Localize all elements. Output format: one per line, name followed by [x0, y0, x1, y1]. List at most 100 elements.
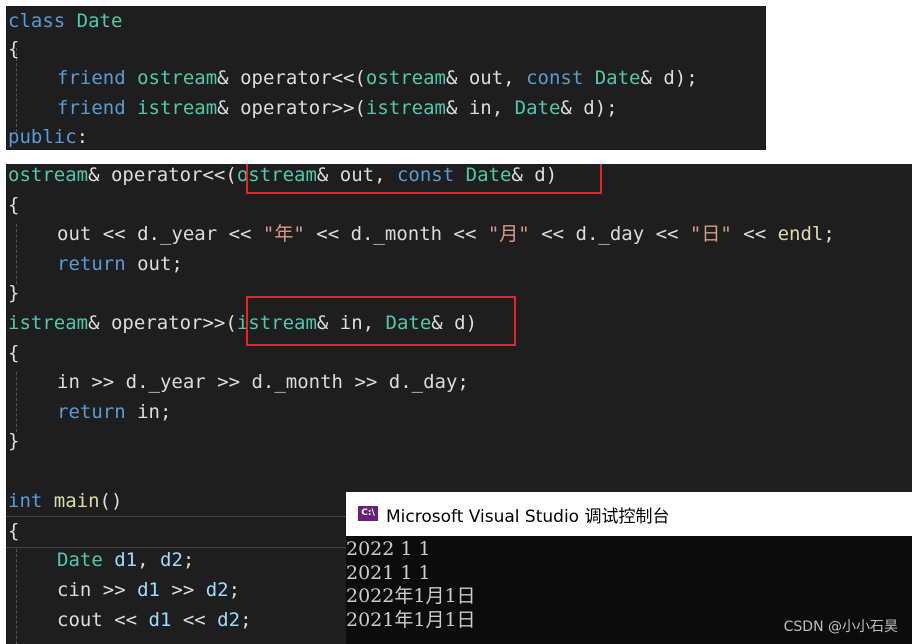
- code-text: & out,: [445, 67, 527, 89]
- highlight-box-istream-params: [246, 296, 516, 346]
- highlight-box-ostream-params: [246, 164, 602, 194]
- code-text: ;: [240, 609, 252, 631]
- code-text: << d.: [529, 223, 599, 245]
- code-text: <<: [731, 223, 778, 245]
- code-line: cout << d1 << d2;: [57, 605, 252, 635]
- type-name: Date: [57, 549, 103, 571]
- keyword: friend: [57, 67, 126, 89]
- code-text: &: [88, 164, 111, 186]
- code-line: in >> d._year >> d._month >> d._day;: [57, 367, 469, 397]
- keyword: return: [57, 253, 126, 275]
- code-text: & d);: [640, 67, 698, 89]
- console-app-icon: C:\: [358, 506, 378, 521]
- code-text: &: [88, 312, 111, 334]
- code-text: >> d.: [343, 371, 412, 393]
- type-name: istream: [365, 97, 446, 119]
- variable-name: d2: [217, 609, 241, 631]
- brace: {: [8, 38, 20, 60]
- code-text: operator>>(: [228, 97, 366, 119]
- code-line: {: [8, 338, 19, 368]
- watermark: CSDN @小小石昊: [783, 619, 898, 635]
- code-text: :: [76, 126, 89, 148]
- variable-name: d1: [137, 579, 160, 601]
- code-panel-class-declaration: class Date { friend ostream& operator<<(…: [6, 6, 766, 150]
- console-line: 2021年1月1日: [346, 608, 476, 631]
- variable-name: d1: [148, 609, 172, 631]
- console-line: 2021 1 1: [346, 561, 431, 584]
- brace: {: [8, 342, 20, 364]
- code-line: cin >> d1 >> d2;: [57, 575, 240, 605]
- code-text: << d.: [304, 223, 374, 245]
- code-line: Date d1, d2;: [57, 545, 194, 575]
- type-name: ostream: [365, 67, 446, 89]
- member-name: _day: [411, 371, 458, 393]
- code-line: }: [8, 278, 19, 308]
- code-text: (: [225, 164, 237, 186]
- code-line: friend ostream& operator<<(ostream& out,…: [57, 63, 698, 93]
- code-line: {: [8, 34, 19, 64]
- code-text: in;: [125, 401, 172, 423]
- type-name: istream: [8, 312, 89, 334]
- indent-guide: [16, 372, 17, 432]
- code-line: int main(): [8, 486, 122, 516]
- code-line: out << d._year << "年" << d._month << "月"…: [57, 219, 835, 249]
- function-name: main: [53, 490, 100, 512]
- code-line: friend istream& operator>>(istream& in, …: [57, 93, 618, 123]
- string-literal: "年": [262, 223, 305, 245]
- code-line: return in;: [57, 397, 171, 427]
- code-text: &: [217, 67, 229, 89]
- variable-name: d1: [114, 549, 138, 571]
- code-line: {: [8, 190, 19, 220]
- code-line: }: [8, 426, 19, 456]
- type-name: Date: [594, 67, 641, 89]
- current-line-highlight: [6, 516, 346, 548]
- keyword: int: [8, 490, 43, 512]
- code-text: <<: [171, 609, 218, 631]
- code-text: ;: [823, 223, 835, 245]
- code-text: ;: [228, 579, 241, 601]
- brace: {: [8, 520, 20, 542]
- console-line: 2022年1月1日: [346, 585, 476, 607]
- brace: }: [8, 282, 20, 304]
- console-title-bar[interactable]: C:\ Microsoft Visual Studio 调试控制台: [346, 492, 912, 536]
- code-text: >>: [159, 579, 206, 601]
- console-output: 2022 1 1 2021 1 1 2022年1月1日 2021年1月1日: [346, 538, 476, 632]
- code-text: & in,: [445, 97, 515, 119]
- code-text: ;: [457, 371, 469, 393]
- member-name: _day: [598, 223, 645, 245]
- code-text: out << d.: [57, 223, 160, 245]
- brace: {: [8, 194, 20, 216]
- console-title: Microsoft Visual Studio 调试控制台: [386, 507, 670, 527]
- code-text: operator<<(: [228, 67, 366, 89]
- code-text: <<: [217, 223, 263, 245]
- code-text: <<: [442, 223, 488, 245]
- keyword: friend: [57, 97, 126, 119]
- type-name: ostream: [137, 67, 218, 89]
- code-text: cout <<: [57, 609, 149, 631]
- code-line: return out;: [57, 249, 183, 279]
- code-line: {: [8, 516, 19, 546]
- code-text: out;: [125, 253, 183, 275]
- member-name: _year: [148, 371, 206, 393]
- class-name: Date: [76, 10, 123, 32]
- function-name: endl: [777, 223, 824, 245]
- brace: }: [8, 430, 20, 452]
- string-literal: "日": [689, 223, 732, 245]
- string-literal: "月": [487, 223, 530, 245]
- keyword: const: [526, 67, 584, 89]
- code-text: in >> d.: [57, 371, 149, 393]
- code-text: (: [225, 312, 237, 334]
- code-text: operator<<: [110, 164, 226, 186]
- type-name: ostream: [8, 164, 89, 186]
- variable-name: d2: [205, 579, 229, 601]
- code-text: >> d.: [205, 371, 275, 393]
- type-name: Date: [514, 97, 561, 119]
- keyword: return: [57, 401, 126, 423]
- code-text: cin >>: [57, 579, 138, 601]
- keyword: class: [8, 10, 66, 32]
- member-name: _month: [373, 223, 443, 245]
- code-text: ;: [182, 549, 195, 571]
- console-line: 2022 1 1: [346, 538, 431, 560]
- indent-guide: [16, 224, 17, 284]
- type-name: istream: [137, 97, 218, 119]
